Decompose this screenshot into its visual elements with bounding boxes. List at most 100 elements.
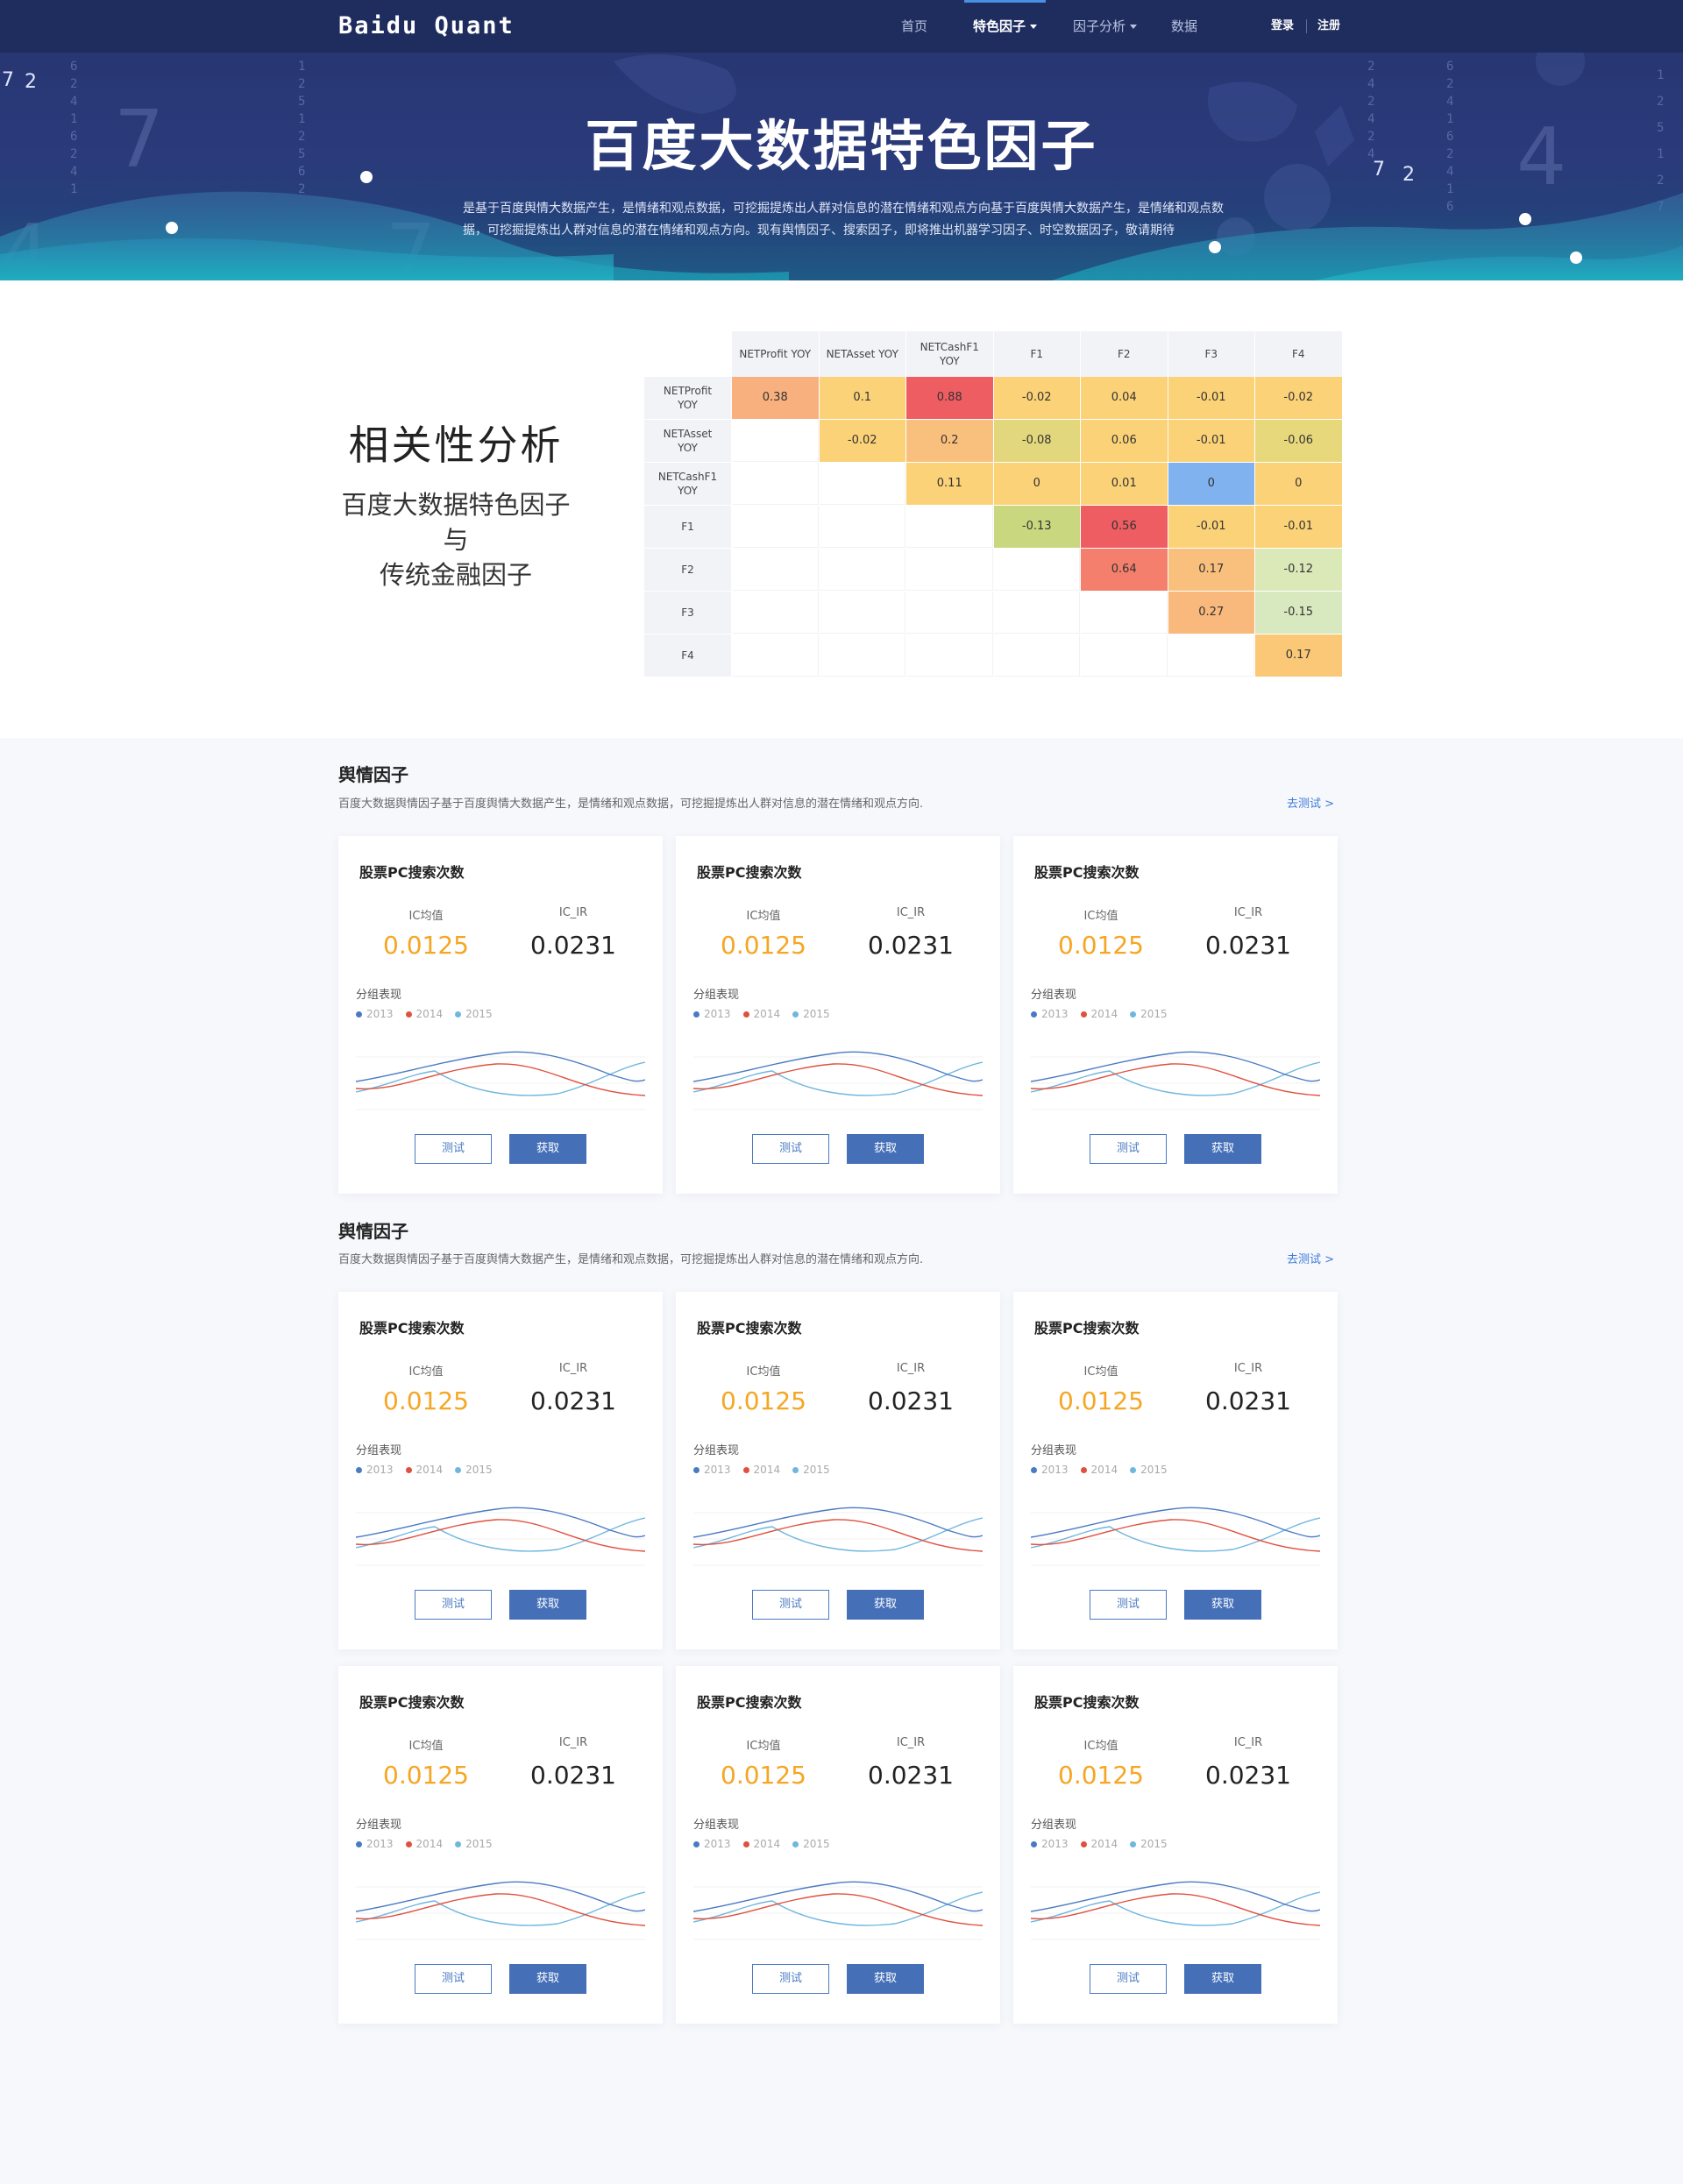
get-button[interactable]: 获取 [1184, 1134, 1261, 1164]
legend-item: 2015 [455, 1838, 493, 1850]
matrix-cell [819, 549, 905, 591]
ic-ir-value: 0.0231 [530, 1761, 616, 1790]
group-performance-chart [356, 1051, 645, 1110]
legend-dot-icon [742, 1467, 749, 1473]
matrix-row-header: NETCashF1 YOY [644, 463, 731, 505]
legend-dot-icon [356, 1011, 362, 1018]
legend-dot-icon [405, 1841, 412, 1847]
test-button[interactable]: 测试 [752, 1134, 829, 1164]
test-button[interactable]: 测试 [415, 1964, 492, 1994]
correlation-section: 相关性分析 百度大数据特色因子 与 传统金融因子 NETProfit YOY NE… [0, 280, 1683, 738]
series-2015-line [356, 1061, 645, 1096]
ic-mean-label: IC均值 [408, 910, 444, 923]
get-button[interactable]: 获取 [509, 1590, 586, 1620]
matrix-cell: 0.11 [906, 463, 993, 505]
group-performance-label: 分组表现 [356, 1819, 402, 1832]
legend-item: 2013 [1031, 1464, 1069, 1476]
get-button[interactable]: 获取 [509, 1964, 586, 1994]
get-button[interactable]: 获取 [1184, 1964, 1261, 1994]
get-button[interactable]: 获取 [847, 1964, 924, 1994]
test-button[interactable]: 测试 [415, 1590, 492, 1620]
get-button[interactable]: 获取 [847, 1590, 924, 1620]
get-button[interactable]: 获取 [1184, 1590, 1261, 1620]
legend-dot-icon [405, 1011, 412, 1018]
matrix-cell: 0.2 [906, 420, 993, 462]
matrix-cell [732, 506, 819, 548]
matrix-cell: 0.56 [1081, 506, 1168, 548]
legend-label: 2014 [1090, 1008, 1118, 1020]
register-link[interactable]: 注册 [1317, 0, 1340, 53]
nav-item-data[interactable]: 数据 [1171, 0, 1197, 53]
factor-card: 股票PC搜索次数 IC均值 IC_IR 0.0125 0.0231 分组表现 2013 201… [338, 1292, 663, 1649]
hero-description: 是基于百度舆情大数据产生，是情绪和观点数据，可挖掘提炼出人群对信息的潜在情绪和观… [463, 202, 1224, 238]
test-button[interactable]: 测试 [1090, 1964, 1167, 1994]
series-2013-line [693, 1507, 983, 1538]
factor-card: 股票PC搜索次数 IC均值 IC_IR 0.0125 0.0231 分组表现 2013 201… [1013, 1666, 1338, 2024]
legend-label: 2015 [465, 1838, 493, 1850]
legend-label: 2015 [1140, 1838, 1168, 1850]
legend-dot-icon [405, 1467, 412, 1473]
series-2015-line [693, 1517, 983, 1552]
nav-item-featured-factors[interactable]: 特色因子 [963, 0, 1047, 53]
ic-mean-value: 0.0125 [721, 1761, 806, 1790]
legend-item: 2013 [356, 1838, 394, 1850]
matrix-cell: 0.1 [819, 377, 905, 419]
legend-dot-icon [792, 1467, 799, 1473]
test-button[interactable]: 测试 [752, 1590, 829, 1620]
ic-ir-label: IC_IR [896, 1362, 926, 1375]
section-description: 百度大数据舆情因子基于百度舆情大数据产生，是情绪和观点数据，可挖掘提炼出人群对信… [338, 1253, 924, 1266]
test-button[interactable]: 测试 [1090, 1134, 1167, 1164]
matrix-cell: -0.15 [1255, 592, 1342, 634]
matrix-cell: -0.06 [1255, 420, 1342, 462]
legend-item: 2013 [356, 1008, 394, 1020]
matrix-cell [732, 592, 819, 634]
matrix-cell [993, 635, 1080, 677]
test-button[interactable]: 测试 [752, 1964, 829, 1994]
get-button[interactable]: 获取 [509, 1134, 586, 1164]
section-description: 百度大数据舆情因子基于百度舆情大数据产生，是情绪和观点数据，可挖掘提炼出人群对信… [338, 798, 924, 811]
legend-item: 2015 [1130, 1838, 1168, 1850]
matrix-column-header: NETCashF1 YOY [906, 331, 993, 377]
matrix-row-header: F1 [644, 506, 731, 548]
matrix-row-header: NETProfit YOY [644, 377, 731, 419]
series-2013-line [1031, 1051, 1320, 1082]
matrix-cell: -0.02 [819, 420, 905, 462]
legend-dot-icon [455, 1841, 462, 1847]
series-2015-line [356, 1891, 645, 1926]
series-2015-line [1031, 1891, 1320, 1926]
test-button[interactable]: 测试 [415, 1134, 492, 1164]
ic-mean-value: 0.0125 [1058, 1386, 1144, 1415]
matrix-cell [993, 592, 1080, 634]
nav-item-factor-analysis[interactable]: 因子分析 [1073, 0, 1138, 53]
legend-dot-icon [1080, 1467, 1087, 1473]
legend-label: 2014 [415, 1838, 444, 1850]
svg-text:7: 7 [2, 69, 14, 91]
ic-ir-value: 0.0231 [1205, 931, 1291, 960]
brand-logo[interactable]: Baidu Quant [338, 12, 515, 39]
go-test-link[interactable]: 去测试 > [1287, 1250, 1334, 1266]
chart-legend: 2013 2014 2015 [693, 1838, 830, 1850]
matrix-column-header: F1 [993, 331, 1080, 377]
section-title: 舆情因子 [338, 764, 408, 785]
group-performance-label: 分组表现 [356, 1444, 402, 1457]
card-title: 股票PC搜索次数 [697, 1694, 802, 1711]
go-test-link[interactable]: 去测试 > [1287, 794, 1334, 811]
correlation-subtitle-line: 与 [443, 525, 469, 555]
group-performance-chart [1031, 1507, 1320, 1566]
legend-dot-icon [1130, 1841, 1137, 1847]
legend-dot-icon [1031, 1467, 1037, 1473]
login-link[interactable]: 登录 [1271, 0, 1294, 53]
nav-item-home[interactable]: 首页 [901, 0, 927, 53]
legend-dot-icon [1130, 1011, 1137, 1018]
legend-dot-icon [455, 1011, 462, 1018]
ic-ir-label: IC_IR [558, 906, 588, 919]
chevron-down-icon [1030, 25, 1038, 29]
legend-label: 2013 [1041, 1838, 1069, 1850]
get-button[interactable]: 获取 [847, 1134, 924, 1164]
group-performance-chart [693, 1881, 983, 1940]
matrix-cell: 0.27 [1168, 592, 1254, 634]
ic-mean-label: IC均值 [408, 1365, 444, 1379]
nav-divider [1306, 19, 1307, 33]
legend-label: 2014 [415, 1464, 444, 1476]
test-button[interactable]: 测试 [1090, 1590, 1167, 1620]
